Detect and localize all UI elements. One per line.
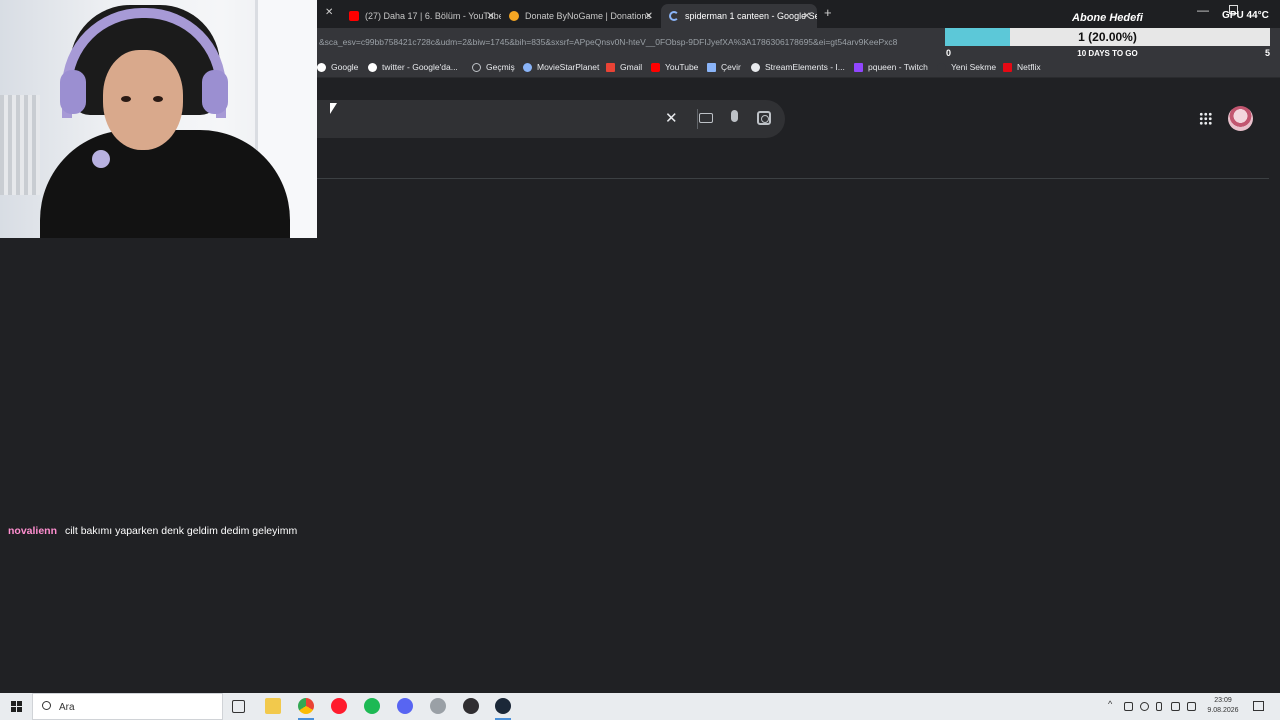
google-icon [317, 62, 326, 72]
tray-date: 9.08.2026 [1207, 707, 1239, 714]
file-explorer-icon[interactable] [265, 698, 281, 714]
tray-battery-icon[interactable] [1156, 702, 1162, 711]
bookmark-moviestarplanet[interactable]: MovieStarPlanet [523, 62, 599, 72]
search-divider [697, 109, 698, 129]
tab-donations[interactable]: Donate ByNoGame | Donations ✕ [501, 4, 659, 28]
bookmark-twitch[interactable]: pqueen - Twitch [854, 62, 928, 72]
bookmark-label: Google [331, 62, 359, 72]
bookmark-google[interactable]: Google [317, 62, 358, 72]
tab-title: (27) Daha 17 | 6. Bölüm - YouTube [365, 11, 501, 21]
webcam-person-body [40, 130, 290, 238]
chat-username: novalienn [8, 525, 58, 537]
bookmark-gmail[interactable]: Gmail [606, 62, 642, 72]
windows-taskbar: Ara ^ 23:09 9.08.2026 [0, 693, 1280, 720]
bookmark-translate[interactable]: Çevir [707, 62, 741, 72]
bookmark-label: Çevir [721, 62, 741, 72]
bookmark-twitter-google[interactable]: twitter - Google'da... [368, 62, 458, 72]
bookmarks-bar: Google twitter - Google'da... Geçmiş Mov… [317, 56, 1280, 78]
bookmark-label: Geçmiş [486, 62, 515, 72]
loading-spinner-icon [669, 11, 679, 21]
tray-volume-icon[interactable] [1187, 702, 1196, 711]
netflix-icon [1003, 62, 1012, 72]
youtube-icon [349, 11, 359, 21]
tray-time: 23:09 [1214, 697, 1232, 704]
google-apps-icon[interactable] [1199, 112, 1212, 125]
bookmark-label: pqueen - Twitch [868, 62, 928, 72]
discord-icon[interactable] [397, 698, 413, 714]
steam-icon[interactable] [495, 698, 511, 714]
webcam-overlay [0, 0, 317, 238]
tab-title: spiderman 1 canteen - Google Search [685, 11, 817, 21]
tray-clock[interactable]: 23:09 9.08.2026 [1207, 696, 1239, 716]
tray-wifi-icon[interactable] [1171, 702, 1180, 711]
page-icon [937, 62, 946, 72]
profile-avatar[interactable] [1228, 106, 1253, 131]
headset-earcup [202, 70, 228, 114]
url-text[interactable]: &sca_esv=c99bb758421c728c&udm=2&biw=1745… [319, 37, 944, 47]
tab-close-icon[interactable]: ✕ [487, 11, 495, 22]
goal-days-left: 10 DAYS TO GO [1077, 49, 1138, 58]
bookmark-label: MovieStarPlanet [537, 62, 600, 72]
bynogame-icon [509, 11, 519, 21]
bookmark-label: twitter - Google'da... [382, 62, 458, 72]
bookmark-label: Netflix [1017, 62, 1041, 72]
chat-message: novalienn cilt bakımı yaparken denk geld… [8, 525, 297, 537]
bookmark-history[interactable]: Geçmiş [472, 62, 515, 72]
tab-close-icon[interactable]: ✕ [645, 11, 653, 22]
moviestarplanet-icon [523, 62, 532, 72]
mouse-cursor-icon [329, 102, 338, 115]
bookmark-streamelements[interactable]: StreamElements - I... [751, 62, 845, 72]
google-search-box[interactable]: ✕ [317, 100, 785, 138]
chat-text: cilt bakımı yaparken denk geldim dedim g… [64, 525, 298, 537]
headset-microphone [92, 150, 110, 168]
taskbar-search-placeholder: Ara [59, 702, 75, 713]
new-tab-button[interactable]: + [824, 5, 832, 20]
settings-gear-icon[interactable] [430, 698, 446, 714]
google-lens-icon[interactable] [757, 111, 771, 125]
bookmark-netflix[interactable]: Netflix [1003, 62, 1041, 72]
bookmark-label: Gmail [620, 62, 643, 72]
chrome-icon[interactable] [298, 698, 314, 714]
streamelements-icon [751, 62, 760, 72]
twitch-icon [854, 62, 863, 72]
tray-app-icon[interactable] [1124, 702, 1133, 711]
goal-end-value: 5 [1265, 48, 1271, 58]
microphone-icon[interactable] [731, 110, 738, 122]
tab-title: Donate ByNoGame | Donations [525, 11, 651, 21]
tab-google-search[interactable]: spiderman 1 canteen - Google Search ✕ [661, 4, 817, 28]
taskbar-search-box[interactable]: Ara [32, 693, 223, 720]
youtube-icon [651, 62, 660, 72]
task-view-icon[interactable] [232, 700, 245, 713]
bookmark-youtube[interactable]: YouTube [651, 62, 698, 72]
tray-network-globe-icon[interactable] [1140, 702, 1149, 711]
translate-icon [707, 62, 716, 72]
tray-overflow-chevron-icon[interactable]: ^ [1108, 699, 1112, 709]
notification-center-icon[interactable] [1253, 701, 1264, 711]
opera-icon[interactable] [331, 698, 347, 714]
goal-progress-bar: 1 (20.00%) [945, 28, 1270, 46]
results-divider [317, 178, 1269, 179]
tab-close-icon[interactable]: ✕ [803, 11, 811, 22]
webcam-radiator [0, 95, 40, 195]
history-icon [472, 62, 481, 72]
gpu-temperature: GPU 44°C [1222, 10, 1269, 21]
google-icon [368, 62, 377, 72]
headset-earcup [60, 70, 86, 114]
obs-icon[interactable] [463, 698, 479, 714]
spotify-icon[interactable] [364, 698, 380, 714]
gmail-icon [606, 62, 615, 72]
tab-close-icon[interactable]: ✕ [325, 7, 333, 18]
bookmark-label: StreamElements - I... [765, 62, 845, 72]
keyboard-icon[interactable] [699, 113, 713, 123]
clear-search-icon[interactable]: ✕ [665, 109, 678, 127]
windows-start-button[interactable] [11, 701, 22, 712]
bookmark-label: Yeni Sekme [951, 62, 997, 72]
goal-progress-text: 1 (20.00%) [1078, 30, 1137, 44]
bookmark-new-tab[interactable]: Yeni Sekme [937, 62, 996, 72]
tab-youtube[interactable]: (27) Daha 17 | 6. Bölüm - YouTube ✕ [341, 4, 501, 28]
bookmark-label: YouTube [665, 62, 699, 72]
search-icon [42, 701, 51, 710]
